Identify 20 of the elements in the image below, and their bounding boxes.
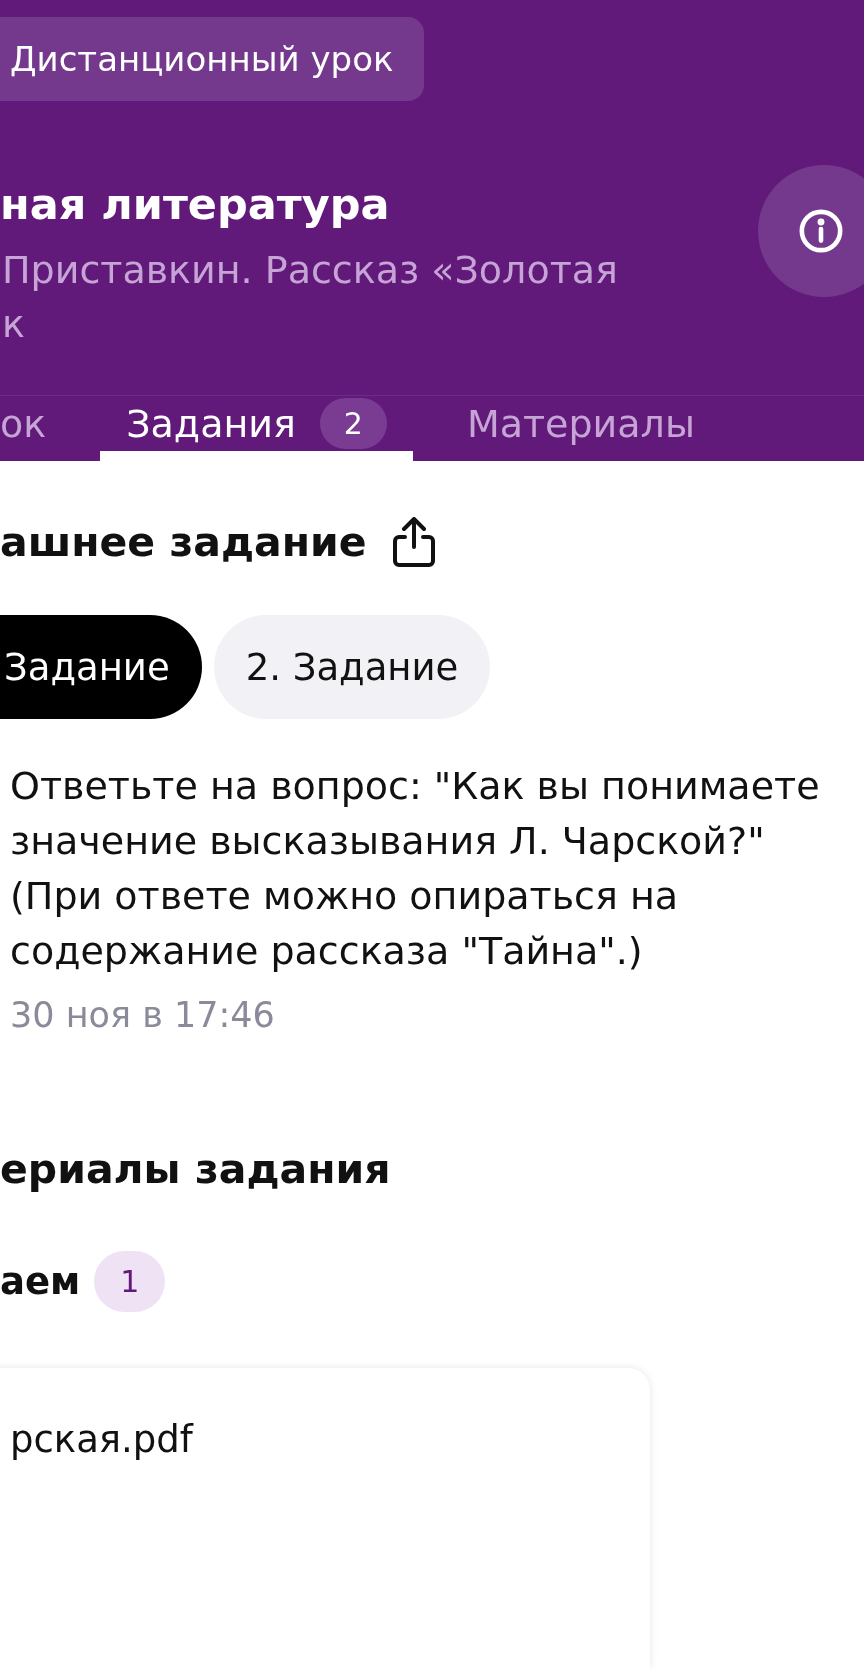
task-chip[interactable]: 2. Задание — [213, 615, 491, 719]
lesson-type-chip: Дистанционный урок — [0, 17, 424, 101]
lesson-subtitle: Приставкин. Рассказ «Золотая — [1, 247, 618, 294]
info-icon — [798, 208, 844, 254]
lesson-title: ная литература — [0, 179, 391, 229]
lesson-subtitle: к — [1, 301, 26, 348]
task-text: Ответьте на вопрос: "Как вы понимаете значение высказывания Л. Чарской?" (При ответе можно опираться на содержание рассказа "Тайна".) — [10, 763, 821, 975]
section-title: ериалы задания — [0, 1145, 392, 1193]
section-title: ашнее задание — [0, 518, 367, 566]
count-badge: 1 — [94, 1251, 166, 1312]
count-badge: 2 — [319, 398, 387, 449]
tab[interactable]: Материалы — [440, 396, 721, 461]
file-name: рская.pdf — [10, 1418, 193, 1461]
share-icon[interactable] — [392, 517, 435, 567]
file-card[interactable]: рская.pdf — [0, 1368, 650, 1668]
task-chip[interactable]: Задание — [0, 615, 202, 719]
group-label: аем — [0, 1260, 81, 1303]
task-date: 30 ноя в 17:46 — [10, 995, 276, 1035]
tab[interactable]: Задания 2 — [100, 396, 413, 461]
tab[interactable]: ок — [0, 396, 73, 461]
